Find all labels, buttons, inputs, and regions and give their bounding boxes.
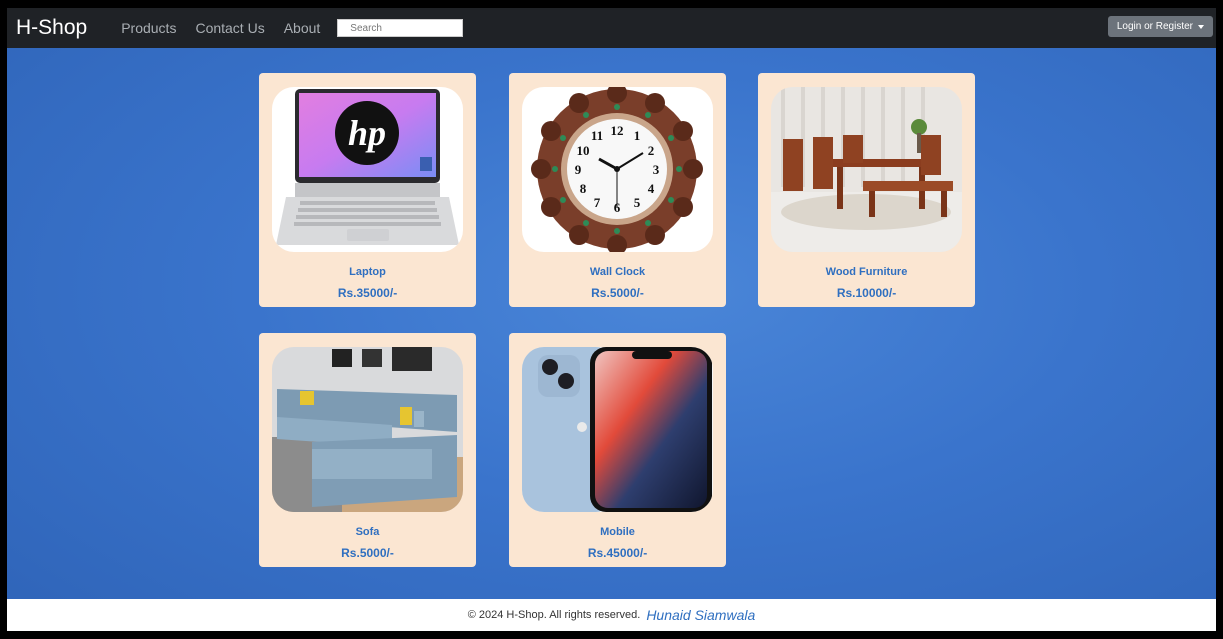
product-name[interactable]: Wood Furniture: [758, 266, 975, 278]
svg-text:hp: hp: [348, 113, 386, 153]
product-card-laptop[interactable]: hp Laptop Rs.35000/-: [259, 73, 476, 307]
product-price: Rs.10000/-: [836, 286, 897, 300]
svg-text:10: 10: [577, 143, 590, 158]
svg-text:12: 12: [611, 123, 624, 138]
copyright-text: © 2024 H-Shop. All rights reserved.: [467, 609, 641, 621]
product-price: Rs.35000/-: [337, 286, 398, 300]
svg-text:8: 8: [580, 181, 587, 196]
nav-link-contact-us[interactable]: Contact Us: [195, 20, 264, 36]
author-name: Hunaid Siamwala: [646, 607, 756, 623]
product-card-wall-clock[interactable]: 12 1 2 345 678 9 10 11 Wall Clock Rs.5000/-: [509, 73, 726, 307]
laptop-image: hp: [272, 87, 463, 252]
page-frame: H-Shop Products Contact Us About Login o…: [7, 8, 1216, 631]
login-register-label: Login or Register: [1116, 21, 1193, 32]
top-navbar: H-Shop Products Contact Us About Login o…: [7, 8, 1216, 48]
search-box: [337, 19, 464, 37]
svg-text:1: 1: [634, 128, 641, 143]
svg-text:2: 2: [648, 143, 655, 158]
mobile-image: [522, 347, 713, 512]
product-name[interactable]: Laptop: [259, 266, 476, 278]
nav-link-about[interactable]: About: [284, 20, 321, 36]
wall-clock-image: 12 1 2 345 678 9 10 11: [522, 87, 713, 252]
svg-text:4: 4: [648, 181, 655, 196]
svg-text:9: 9: [575, 162, 582, 177]
product-price: Rs.45000/-: [587, 546, 648, 560]
product-card-wood-furniture[interactable]: Wood Furniture Rs.10000/-: [758, 73, 975, 307]
product-card-mobile[interactable]: Mobile Rs.45000/-: [509, 333, 726, 567]
nav-link-products[interactable]: Products: [121, 20, 176, 36]
svg-text:5: 5: [634, 195, 641, 210]
product-name[interactable]: Wall Clock: [509, 266, 726, 278]
product-name[interactable]: Mobile: [509, 526, 726, 538]
brand-logo[interactable]: H-Shop: [16, 16, 87, 40]
svg-text:7: 7: [594, 195, 601, 210]
product-price: Rs.5000/-: [341, 546, 394, 560]
product-card-sofa[interactable]: Sofa Rs.5000/-: [259, 333, 476, 567]
sofa-image: [272, 347, 463, 512]
svg-text:3: 3: [653, 162, 660, 177]
page-footer: © 2024 H-Shop. All rights reserved. Huna…: [7, 599, 1216, 631]
caret-down-icon: [1198, 24, 1204, 29]
product-name[interactable]: Sofa: [259, 526, 476, 538]
search-input[interactable]: [350, 22, 463, 34]
wood-furniture-image: [771, 87, 962, 252]
svg-text:11: 11: [591, 128, 603, 143]
login-register-dropdown[interactable]: Login or Register: [1107, 16, 1213, 37]
product-price: Rs.5000/-: [591, 286, 644, 300]
